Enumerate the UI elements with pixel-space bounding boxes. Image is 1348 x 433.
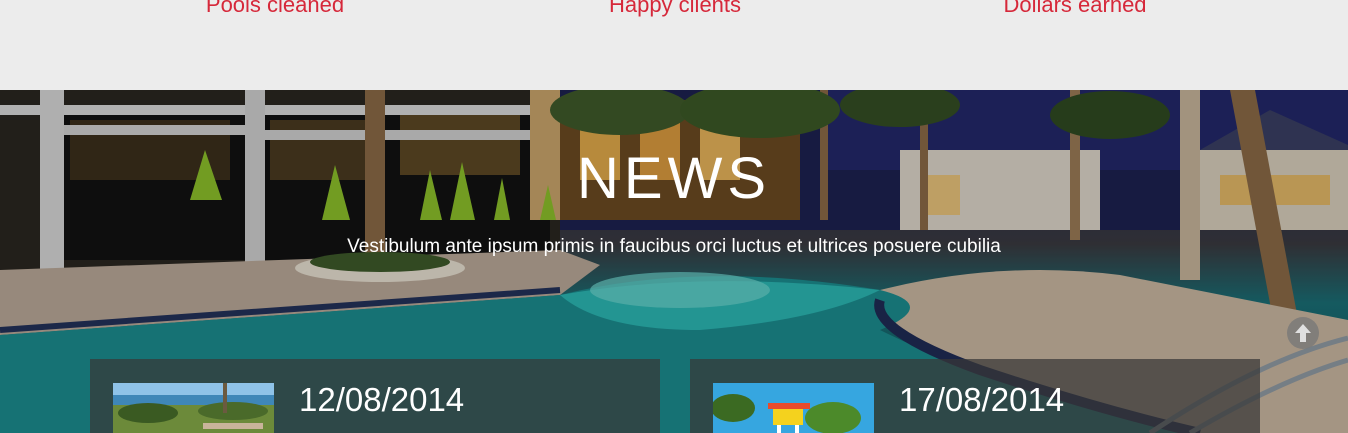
stat-label-happy-clients: Happy clients [608,0,742,17]
news-date: 12/08/2014 [299,381,465,418]
news-card[interactable]: 17/08/2014 [690,359,1260,433]
news-card[interactable]: 12/08/2014 [90,359,660,433]
arrow-up-circle-icon [1295,324,1311,342]
stats-section: Pools cleaned Happy clients Dollars earn… [0,0,1348,90]
lifeguard-tower-thumbnail-image [713,383,874,433]
stat-label-dollars-earned: Dollars earned [1003,0,1147,17]
news-date: 17/08/2014 [899,381,1065,418]
scroll-to-top-button[interactable] [1287,317,1319,349]
news-thumbnail[interactable] [713,383,874,433]
news-section: NEWS Vestibulum ante ipsum primis in fau… [0,90,1348,433]
stat-label-pools-cleaned: Pools cleaned [205,0,345,17]
news-title: NEWS [577,146,771,211]
beach-thumbnail-image [113,383,274,433]
news-thumbnail[interactable] [113,383,274,433]
news-subtitle: Vestibulum ante ipsum primis in faucibus… [347,236,1001,257]
